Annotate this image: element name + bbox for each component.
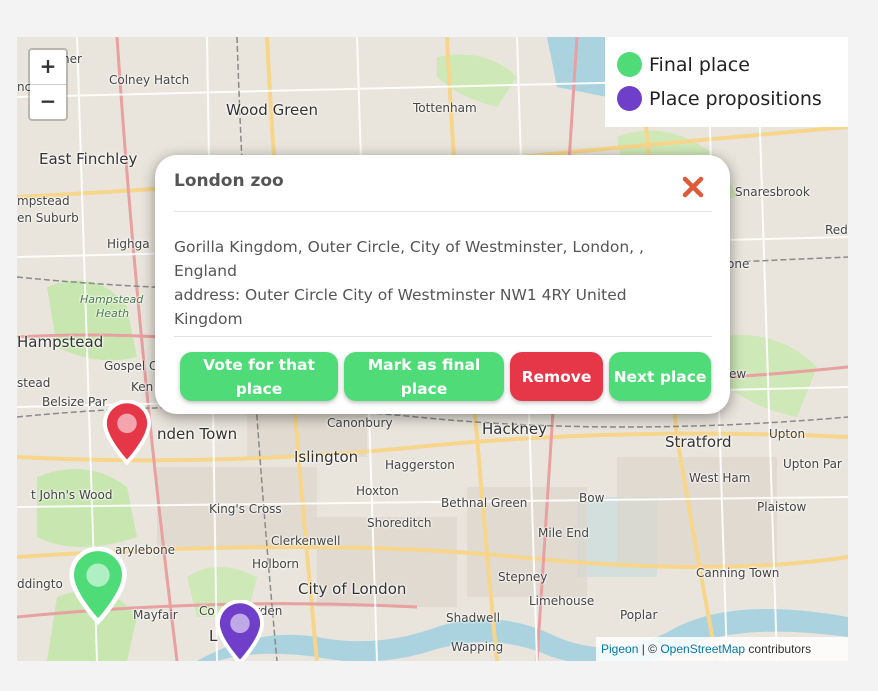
place-description: Gorilla Kingdom, Outer Circle, City of W… <box>174 238 644 280</box>
map-place-label: t John's Wood <box>31 488 113 502</box>
zoom-in-button[interactable]: + <box>30 50 66 85</box>
map-place-label: Plaistow <box>757 500 807 514</box>
pigeon-link[interactable]: Pigeon <box>601 642 638 656</box>
map-place-label: Wood Green <box>226 101 319 119</box>
legend-item-propositions: Place propositions <box>617 86 822 111</box>
map-place-label: Upton <box>769 427 806 441</box>
legend-label: Final place <box>649 53 750 76</box>
map-place-label: mpstead <box>17 194 70 208</box>
map-place-label: Hackney <box>482 420 548 438</box>
popup-divider <box>174 211 712 212</box>
place-popup: London zoo Gorilla Kingdom, Outer Circle… <box>155 155 730 414</box>
legend-label: Place propositions <box>649 87 822 110</box>
map-place-label: Mile End <box>538 526 590 540</box>
map-place-label: Gospel O <box>104 359 159 373</box>
mark-final-button[interactable]: Mark as final place <box>344 352 504 401</box>
vote-button[interactable]: Vote for that place <box>180 352 338 401</box>
final-place-dot <box>617 52 642 77</box>
marker-red-icon[interactable] <box>101 399 153 469</box>
popup-body: Gorilla Kingdom, Outer Circle, City of W… <box>174 235 694 331</box>
attribution-separator: | © <box>638 642 661 656</box>
map-place-label: Canonbury <box>327 416 393 430</box>
map-place-label: Bethnal Green <box>441 496 528 510</box>
map-place-label: Co <box>199 604 215 618</box>
close-icon[interactable] <box>680 174 706 200</box>
map-place-label: Canning Town <box>696 566 780 580</box>
map-place-label: West Ham <box>689 471 751 485</box>
map-place-label: Haggerston <box>385 458 455 472</box>
map-place-label: Mayfair <box>133 608 178 622</box>
map-place-label: nden Town <box>157 425 238 443</box>
map-place-label: Wapping <box>451 640 504 654</box>
map-place-label: Tottenham <box>413 101 477 115</box>
map-place-label: ew <box>729 367 747 381</box>
map-place-label: Colney Hatch <box>109 73 190 87</box>
map-place-label: Upton Par <box>783 457 842 471</box>
map-place-label: Red <box>825 223 848 237</box>
map-place-label: Limehouse <box>529 594 595 608</box>
map-place-label: Shoreditch <box>367 516 432 530</box>
remove-button[interactable]: Remove <box>510 352 603 401</box>
map-place-label: Hampstead <box>17 333 104 351</box>
next-place-button[interactable]: Next place <box>609 352 711 401</box>
popup-title: London zoo <box>174 171 284 191</box>
map-place-label: stead <box>17 376 51 390</box>
map-place-label: Stratford <box>665 433 732 451</box>
map-place-label: Snaresbrook <box>735 185 810 199</box>
map-place-label: en Suburb <box>17 211 79 225</box>
map-place-label: Heath <box>96 307 130 320</box>
map-place-label: Belsize Par <box>42 395 108 409</box>
osm-link[interactable]: OpenStreetMap <box>660 642 745 656</box>
zoom-control: + − <box>28 48 68 121</box>
map-place-label: King's Cross <box>209 502 282 516</box>
attribution-suffix: contributors <box>745 642 812 656</box>
marker-green-icon[interactable] <box>67 546 129 629</box>
map-place-label: Stepney <box>498 570 548 584</box>
map-place-label: Holborn <box>252 557 299 571</box>
map-place-label: Ken <box>131 380 154 394</box>
popup-divider <box>174 336 712 337</box>
map-legend: Final place Place propositions <box>605 37 848 127</box>
map-place-label: City of London <box>298 580 407 598</box>
zoom-out-button[interactable]: − <box>30 85 66 119</box>
map-place-label: Bow <box>579 491 605 505</box>
map-place-label: Shadwell <box>446 611 501 625</box>
proposition-dot <box>617 86 642 111</box>
map-place-label: Hampstead <box>80 293 144 306</box>
map-attribution: Pigeon | © OpenStreetMap contributors <box>596 637 848 661</box>
place-address: address: Outer Circle City of Westminste… <box>174 286 627 328</box>
map-place-label: Highga <box>107 237 150 251</box>
map-place-label: Clerkenwell <box>271 534 341 548</box>
marker-purple-icon[interactable] <box>214 599 266 661</box>
map-place-label: Islington <box>294 448 359 466</box>
map-place-label: ddingto <box>17 577 63 591</box>
map-place-label: Hoxton <box>356 484 399 498</box>
legend-item-final: Final place <box>617 52 750 77</box>
map-place-label: Poplar <box>620 608 658 622</box>
map-place-label: one <box>727 257 750 271</box>
map-place-label: East Finchley <box>39 150 138 168</box>
